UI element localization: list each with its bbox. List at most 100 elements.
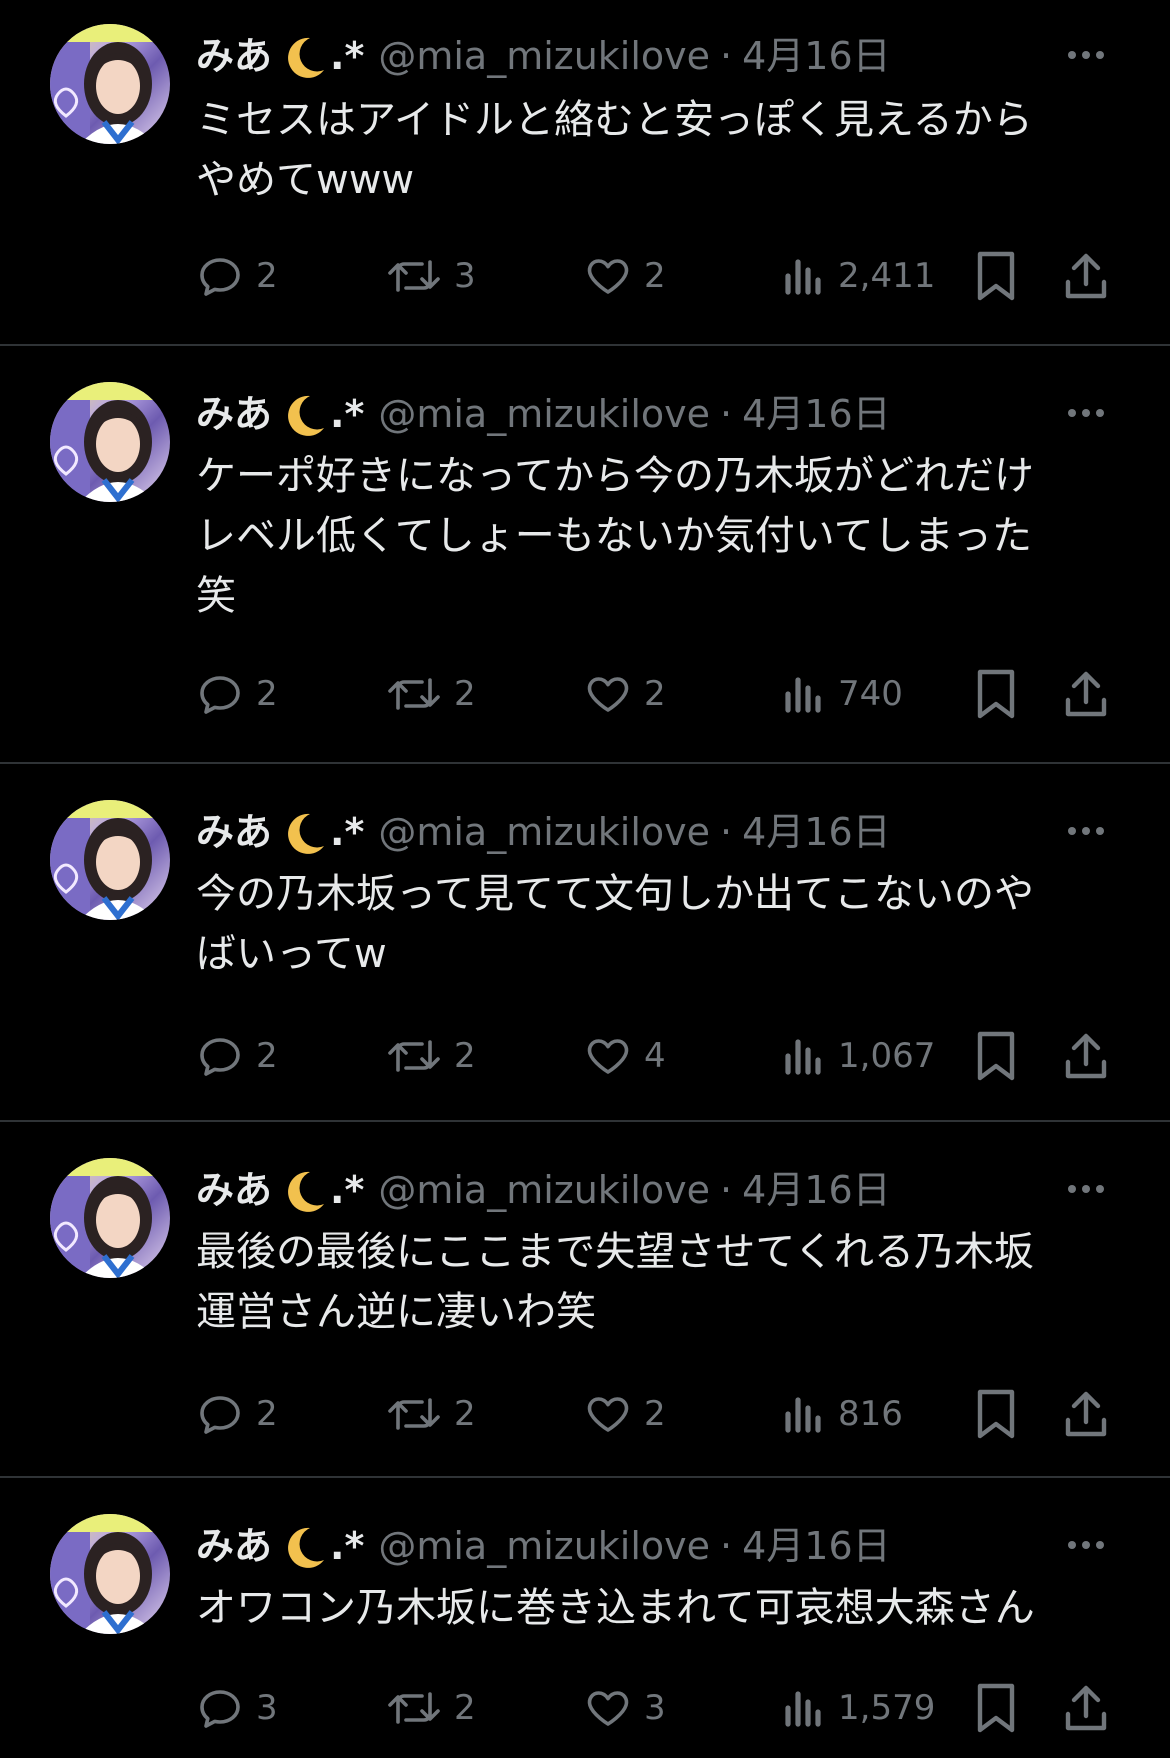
avatar-photo	[50, 1158, 170, 1278]
reply-button[interactable]: 2	[196, 664, 278, 724]
retweet-icon	[388, 678, 440, 710]
bookmark-button[interactable]	[974, 664, 1018, 724]
retweet-button[interactable]: 2	[386, 1678, 476, 1738]
handle[interactable]: @mia_mizukilove	[378, 1518, 710, 1574]
tweet-header: みあ .* @mia_mizukilove · 4月16日	[196, 28, 891, 84]
share-icon	[1065, 1391, 1107, 1437]
views-chart-icon	[785, 1039, 821, 1075]
heart-icon	[587, 1691, 629, 1726]
share-icon	[1065, 1033, 1107, 1079]
views-button[interactable]: 740	[782, 664, 903, 724]
like-count: 4	[644, 1036, 666, 1076]
more-options-icon[interactable]	[1056, 806, 1116, 856]
tweet-header: みあ .* @mia_mizukilove · 4月16日	[196, 386, 891, 442]
bookmark-button[interactable]	[974, 1026, 1018, 1086]
name-suffix: .*	[330, 34, 365, 78]
avatar[interactable]	[50, 800, 170, 920]
crescent-moon-icon	[278, 810, 328, 854]
timestamp[interactable]: 4月16日	[742, 386, 891, 442]
heart-icon	[587, 1397, 629, 1432]
tweet[interactable]: みあ .* @mia_mizukilove · 4月16日 今の乃木坂って見てて…	[0, 764, 1170, 1122]
share-button[interactable]	[1062, 664, 1110, 724]
views-button[interactable]: 816	[782, 1384, 903, 1444]
like-button[interactable]: 2	[584, 246, 666, 306]
handle[interactable]: @mia_mizukilove	[378, 386, 710, 442]
display-name[interactable]: みあ	[196, 804, 272, 860]
views-button[interactable]: 1,067	[782, 1026, 935, 1086]
timestamp[interactable]: 4月16日	[742, 1518, 891, 1574]
separator-dot: ·	[720, 34, 733, 78]
more-options-icon[interactable]	[1056, 388, 1116, 438]
reply-icon	[200, 1038, 240, 1076]
more-options-icon[interactable]	[1056, 1164, 1116, 1214]
timestamp[interactable]: 4月16日	[742, 1162, 891, 1218]
tweet[interactable]: みあ .* @mia_mizukilove · 4月16日 最後の最後にここまで…	[0, 1122, 1170, 1478]
reply-count: 2	[256, 1394, 278, 1434]
share-button[interactable]	[1062, 1026, 1110, 1086]
like-button[interactable]: 4	[584, 1026, 666, 1086]
avatar[interactable]	[50, 1514, 170, 1634]
action-bar: 3 2 3 1,579	[196, 1678, 1126, 1738]
handle[interactable]: @mia_mizukilove	[378, 1162, 710, 1218]
timestamp[interactable]: 4月16日	[742, 804, 891, 860]
retweet-button[interactable]: 3	[386, 246, 476, 306]
retweet-icon	[388, 1692, 440, 1724]
views-button[interactable]: 2,411	[782, 246, 935, 306]
avatar-photo	[50, 24, 170, 144]
share-button[interactable]	[1062, 246, 1110, 306]
tweet-text: ケーポ好きになってから今の乃木坂がどれだけ レベル低くてしょーもないか気付いてし…	[196, 453, 1034, 619]
tweet[interactable]: みあ .* @mia_mizukilove · 4月16日 オワコン乃木坂に巻き…	[0, 1478, 1170, 1758]
like-count: 2	[644, 256, 666, 296]
retweet-icon	[388, 1398, 440, 1430]
avatar[interactable]	[50, 24, 170, 144]
handle[interactable]: @mia_mizukilove	[378, 804, 710, 860]
view-count: 740	[838, 674, 903, 714]
avatar[interactable]	[50, 1158, 170, 1278]
share-button[interactable]	[1062, 1678, 1110, 1738]
action-bar: 2 2 4 1,067	[196, 1026, 1126, 1086]
action-bar: 2 3 2 2,411	[196, 246, 1126, 306]
bookmark-icon	[977, 1389, 1015, 1439]
action-bar: 2 2 2 740	[196, 664, 1126, 724]
display-name[interactable]: みあ	[196, 28, 272, 84]
views-button[interactable]: 1,579	[782, 1678, 935, 1738]
bookmark-button[interactable]	[974, 246, 1018, 306]
reply-button[interactable]: 2	[196, 246, 278, 306]
views-chart-icon	[785, 1397, 821, 1433]
timestamp[interactable]: 4月16日	[742, 28, 891, 84]
display-name[interactable]: みあ	[196, 386, 272, 442]
bookmark-button[interactable]	[974, 1384, 1018, 1444]
tweet-text: ミセスはアイドルと絡むと安っぽく見えるから やめてwww	[196, 97, 1033, 203]
like-count: 2	[644, 1394, 666, 1434]
retweet-button[interactable]: 2	[386, 664, 476, 724]
crescent-moon-icon	[278, 1168, 328, 1212]
name-suffix: .*	[330, 1524, 365, 1568]
reply-count: 2	[256, 674, 278, 714]
bookmark-button[interactable]	[974, 1678, 1018, 1738]
name-suffix: .*	[330, 810, 365, 854]
name-suffix: .*	[330, 1168, 365, 1212]
more-options-icon[interactable]	[1056, 1520, 1116, 1570]
share-icon	[1065, 671, 1107, 717]
reply-button[interactable]: 2	[196, 1026, 278, 1086]
like-button[interactable]: 2	[584, 1384, 666, 1444]
handle[interactable]: @mia_mizukilove	[378, 28, 710, 84]
reply-button[interactable]: 2	[196, 1384, 278, 1444]
retweet-button[interactable]: 2	[386, 1026, 476, 1086]
tweet[interactable]: みあ .* @mia_mizukilove · 4月16日 ケーポ好きになってか…	[0, 346, 1170, 764]
display-name[interactable]: みあ	[196, 1162, 272, 1218]
share-button[interactable]	[1062, 1384, 1110, 1444]
like-button[interactable]: 3	[584, 1678, 666, 1738]
retweet-button[interactable]: 2	[386, 1384, 476, 1444]
view-count: 1,067	[838, 1036, 936, 1076]
reply-button[interactable]: 3	[196, 1678, 278, 1738]
retweet-count: 2	[454, 674, 476, 714]
tweet[interactable]: みあ .* @mia_mizukilove · 4月16日 ミセスはアイドルと絡…	[0, 0, 1170, 346]
reply-count: 2	[256, 1036, 278, 1076]
like-button[interactable]: 2	[584, 664, 666, 724]
avatar[interactable]	[50, 382, 170, 502]
more-options-icon[interactable]	[1056, 30, 1116, 80]
heart-icon	[587, 259, 629, 294]
heart-icon	[587, 677, 629, 712]
display-name[interactable]: みあ	[196, 1518, 272, 1574]
